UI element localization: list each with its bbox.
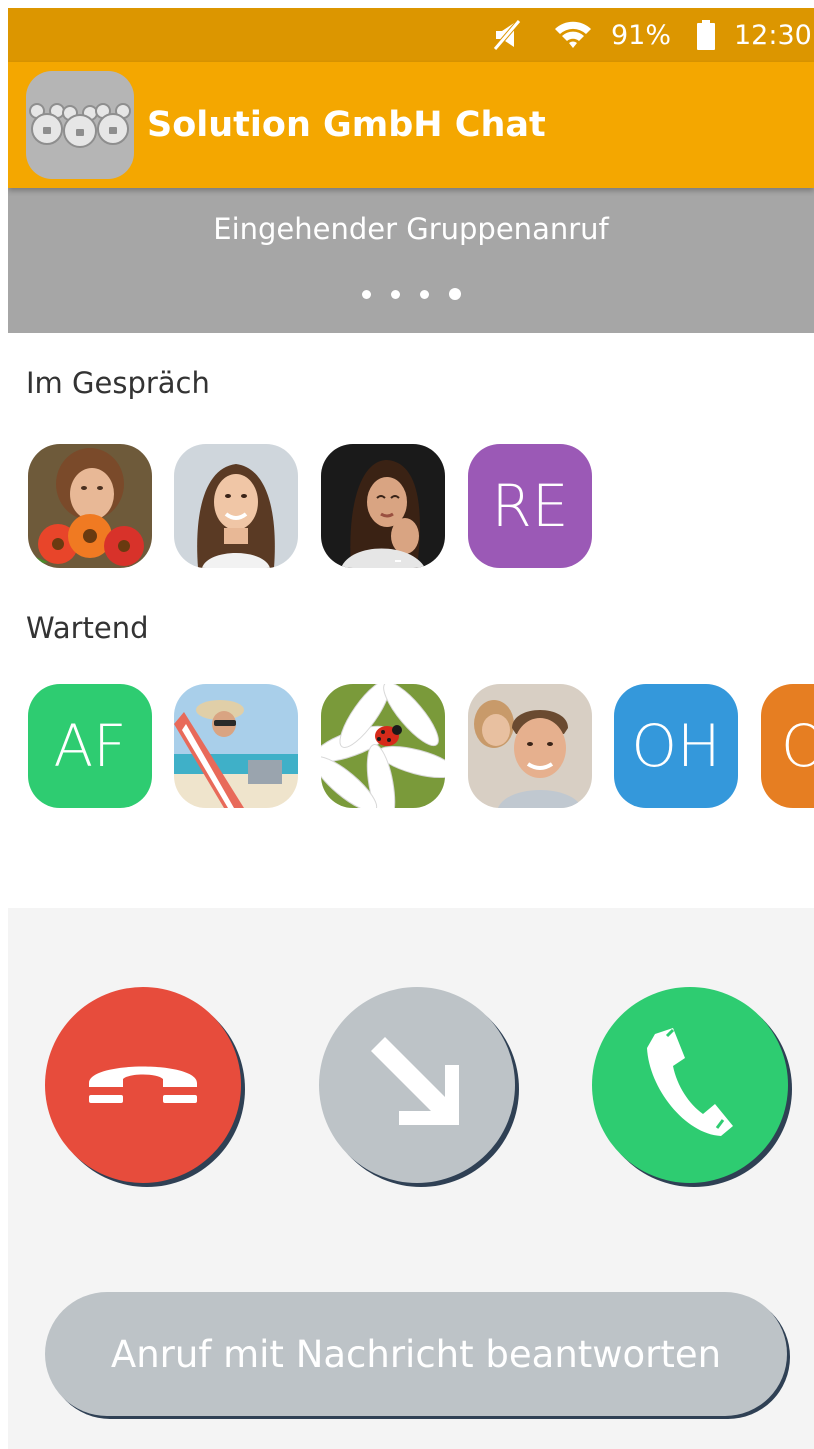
app-title: Solution GmbH Chat [147, 105, 546, 145]
beach-deckchair-photo[interactable] [174, 684, 298, 808]
decline-call-button[interactable] [45, 987, 241, 1183]
progress-dot [361, 289, 371, 299]
arrow-down-right-icon [369, 1035, 465, 1135]
progress-dot [390, 289, 400, 299]
waiting-label: Wartend [26, 611, 149, 645]
smiling-man-photo[interactable] [468, 684, 592, 808]
battery-icon [696, 8, 716, 62]
battery-percentage: 91% [611, 19, 672, 51]
call-status-text: Eingehender Gruppenanruf [213, 212, 609, 246]
participant-avatar-re[interactable]: RE [468, 444, 592, 568]
smiling-woman-photo[interactable] [174, 444, 298, 568]
wifi-icon [553, 8, 593, 62]
woman-thinking-photo[interactable] [321, 444, 445, 568]
mute-icon [492, 8, 522, 62]
participant-avatar-o[interactable]: O [761, 684, 814, 808]
in-call-label: Im Gespräch [26, 366, 210, 400]
progress-dots [8, 288, 814, 300]
phone-icon [645, 1028, 735, 1142]
call-banner: Eingehender Gruppenanruf [8, 188, 814, 333]
progress-dot [419, 289, 429, 299]
woman-with-flowers-photo[interactable] [28, 444, 152, 568]
progress-dot [448, 288, 461, 300]
status-bar: 91% 12:30 [8, 8, 814, 62]
participant-avatar-oh[interactable]: OH [614, 684, 738, 808]
app-bar: Solution GmbH Chat [8, 62, 814, 188]
reply-with-message-button[interactable]: Anruf mit Nachricht beantworten [45, 1292, 787, 1416]
ladybug-daisy-photo[interactable] [321, 684, 445, 808]
forward-call-button[interactable] [319, 987, 515, 1183]
app-logo-icon [26, 71, 134, 179]
participant-avatar-af[interactable]: AF [28, 684, 152, 808]
accept-call-button[interactable] [592, 987, 788, 1183]
hang-up-icon [85, 1053, 201, 1117]
clock: 12:30 [734, 19, 812, 51]
incoming-group-call-screen: 91% 12:30 Solution GmbH Chat Eingehender… [8, 8, 814, 1449]
